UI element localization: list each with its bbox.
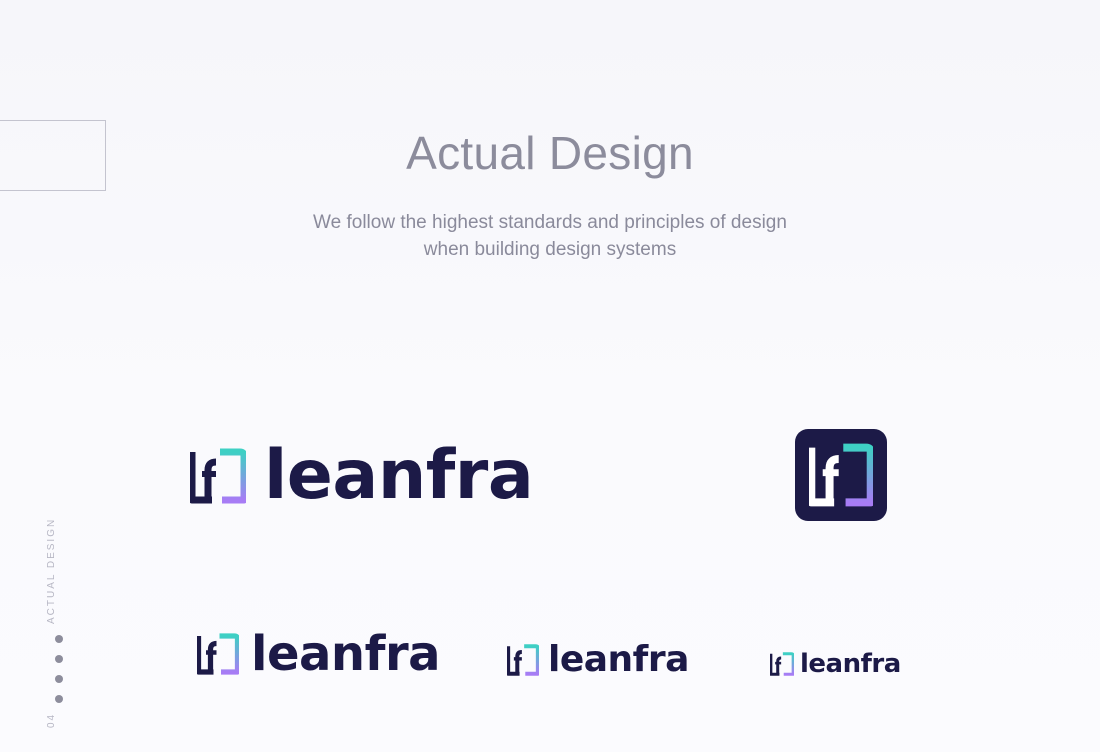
page-subtitle: We follow the highest standards and prin… xyxy=(0,209,1100,263)
pagination-dot[interactable] xyxy=(55,675,63,683)
page-number-text: 04 xyxy=(46,712,57,728)
page-title: Actual Design xyxy=(406,127,694,179)
app-icon xyxy=(795,429,887,521)
logo-mark-icon xyxy=(770,652,794,676)
page-number: 04 xyxy=(46,712,70,732)
subtitle-line-2: when building design systems xyxy=(423,239,677,260)
section-label-text: ACTUAL DESIGN xyxy=(46,517,57,624)
logo-small: leanfra xyxy=(507,639,689,680)
logo-mark-icon xyxy=(507,644,539,676)
logo-medium: leanfra xyxy=(197,626,441,682)
section-label: ACTUAL DESIGN xyxy=(46,518,70,624)
pagination-dot[interactable] xyxy=(55,635,63,643)
brand-wordmark: leanfra xyxy=(251,626,441,682)
brand-wordmark: leanfra xyxy=(800,649,901,679)
brand-wordmark: leanfra xyxy=(548,639,689,680)
logo-mark-icon xyxy=(190,448,246,504)
subtitle-line-1: We follow the highest standards and prin… xyxy=(313,212,787,233)
logo-large: leanfra xyxy=(190,436,534,515)
pagination-dot[interactable] xyxy=(55,695,63,703)
brand-wordmark: leanfra xyxy=(264,436,534,515)
logo-showcase-panel xyxy=(0,420,1100,752)
logo-extra-small: leanfra xyxy=(770,651,901,677)
slide-pagination xyxy=(55,635,63,715)
logo-mark-icon xyxy=(809,443,873,507)
pagination-dot[interactable] xyxy=(55,655,63,663)
logo-mark-icon xyxy=(197,633,239,675)
